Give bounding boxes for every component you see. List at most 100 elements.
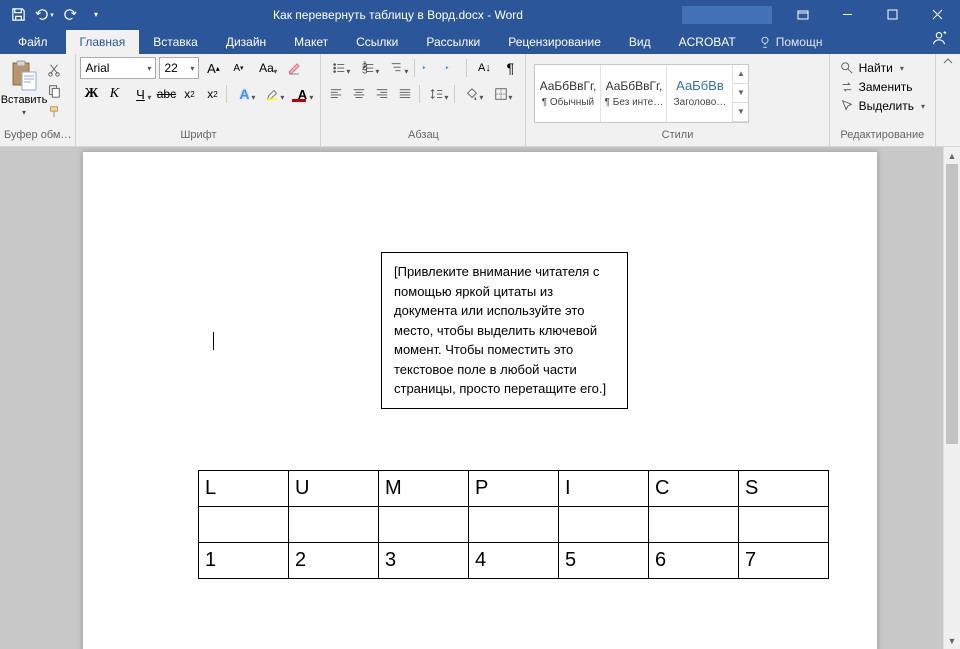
bullets-button[interactable]: ▾ bbox=[325, 57, 353, 79]
table-cell[interactable]: L bbox=[199, 471, 289, 507]
decrease-indent-button[interactable] bbox=[418, 57, 440, 79]
bold-button[interactable]: Ж bbox=[80, 83, 102, 105]
tab-references[interactable]: Ссылки bbox=[342, 30, 412, 54]
minimize-button[interactable] bbox=[825, 0, 870, 29]
table-cell[interactable]: 4 bbox=[469, 543, 559, 579]
table-cell[interactable] bbox=[649, 507, 739, 543]
gallery-down-button[interactable]: ▼ bbox=[733, 84, 748, 103]
page[interactable]: [Привлеките внимание читателя с помощью … bbox=[83, 152, 877, 649]
table-row[interactable]: L U M P I C S bbox=[199, 471, 829, 507]
table-row[interactable]: 1 2 3 4 5 6 7 bbox=[199, 543, 829, 579]
scroll-up-button[interactable]: ▲ bbox=[944, 147, 960, 164]
justify-button[interactable] bbox=[394, 83, 416, 105]
style-normal[interactable]: АаБбВвГг,¶ Обычный bbox=[535, 65, 601, 122]
multilevel-list-button[interactable]: ▾ bbox=[383, 57, 411, 79]
table-cell[interactable]: S bbox=[739, 471, 829, 507]
group-label-font: Шрифт bbox=[80, 129, 316, 146]
table-cell[interactable]: 6 bbox=[649, 543, 739, 579]
align-left-button[interactable] bbox=[325, 83, 347, 105]
account-area[interactable] bbox=[682, 6, 772, 24]
table-cell[interactable]: 2 bbox=[289, 543, 379, 579]
table-cell[interactable]: P bbox=[469, 471, 559, 507]
collapse-ribbon-button[interactable] bbox=[936, 54, 960, 146]
table-cell[interactable] bbox=[469, 507, 559, 543]
callout-textbox[interactable]: [Привлеките внимание читателя с помощью … bbox=[381, 252, 628, 409]
table-cell[interactable] bbox=[379, 507, 469, 543]
undo-button[interactable]: ▾ bbox=[32, 3, 56, 27]
table-cell[interactable] bbox=[289, 507, 379, 543]
group-paragraph: ▾ 123▾ ▾ А↓ ¶ ▾ ▾ ▾ Абза bbox=[321, 54, 526, 146]
highlight-button[interactable]: ▾ bbox=[259, 83, 287, 105]
tab-insert[interactable]: Вставка bbox=[139, 30, 212, 54]
gallery-more-button[interactable]: ▼ bbox=[733, 103, 748, 122]
table-cell[interactable] bbox=[739, 507, 829, 543]
table-cell[interactable]: I bbox=[559, 471, 649, 507]
increase-indent-button[interactable] bbox=[441, 57, 463, 79]
borders-button[interactable]: ▾ bbox=[487, 83, 515, 105]
superscript-button[interactable]: x2 bbox=[201, 83, 223, 105]
table-cell[interactable]: 5 bbox=[559, 543, 649, 579]
sort-button[interactable]: А↓ bbox=[470, 57, 498, 79]
text-effects-button[interactable]: A▾ bbox=[230, 83, 258, 105]
find-button[interactable]: Найти▾ bbox=[836, 59, 929, 77]
tab-design[interactable]: Дизайн bbox=[212, 30, 280, 54]
share-button[interactable] bbox=[918, 25, 960, 54]
qat-customize-button[interactable]: ▾ bbox=[84, 3, 108, 27]
subscript-button[interactable]: x2 bbox=[178, 83, 200, 105]
numbering-button[interactable]: 123▾ bbox=[354, 57, 382, 79]
ribbon-options-button[interactable] bbox=[780, 0, 825, 29]
scroll-thumb[interactable] bbox=[946, 164, 958, 444]
tell-me[interactable]: Помощн bbox=[750, 30, 831, 54]
tab-review[interactable]: Рецензирование bbox=[494, 30, 615, 54]
clear-formatting-button[interactable] bbox=[283, 57, 305, 79]
redo-button[interactable] bbox=[58, 3, 82, 27]
format-painter-button[interactable] bbox=[44, 102, 64, 122]
italic-button[interactable]: К bbox=[103, 83, 125, 105]
underline-button[interactable]: Ч▾ bbox=[126, 83, 154, 105]
gallery-nav: ▲ ▼ ▼ bbox=[733, 65, 748, 122]
vertical-scrollbar[interactable]: ▲ ▼ bbox=[943, 147, 960, 649]
title-bar: ▾ ▾ Как перевернуть таблицу в Ворд.docx … bbox=[0, 0, 960, 29]
font-size-combo[interactable]: 22▾ bbox=[159, 57, 199, 79]
maximize-button[interactable] bbox=[870, 0, 915, 29]
tab-acrobat[interactable]: ACROBAT bbox=[665, 30, 750, 54]
table-cell[interactable] bbox=[199, 507, 289, 543]
line-spacing-button[interactable]: ▾ bbox=[423, 83, 451, 105]
gallery-up-button[interactable]: ▲ bbox=[733, 65, 748, 84]
font-name-combo[interactable]: Arial▾ bbox=[80, 57, 156, 79]
table-cell[interactable]: 7 bbox=[739, 543, 829, 579]
strikethrough-button[interactable]: abc bbox=[155, 83, 177, 105]
grow-font-button[interactable]: A▴ bbox=[202, 57, 224, 79]
tab-home[interactable]: Главная bbox=[66, 30, 140, 54]
style-heading1[interactable]: АаБбВвЗаголово… bbox=[667, 65, 733, 122]
cut-button[interactable] bbox=[44, 60, 64, 80]
table-cell[interactable]: M bbox=[379, 471, 469, 507]
paste-button[interactable]: Вставить ▾ bbox=[4, 57, 44, 120]
tab-file[interactable]: Файл bbox=[0, 30, 66, 54]
replace-button[interactable]: Заменить bbox=[836, 78, 929, 96]
font-color-button[interactable]: A▾ bbox=[288, 83, 316, 105]
shading-button[interactable]: ▾ bbox=[458, 83, 486, 105]
shrink-font-button[interactable]: A▾ bbox=[227, 57, 249, 79]
tab-view[interactable]: Вид bbox=[615, 30, 665, 54]
table-cell[interactable]: 3 bbox=[379, 543, 469, 579]
save-button[interactable] bbox=[6, 3, 30, 27]
scroll-down-button[interactable]: ▼ bbox=[944, 632, 960, 649]
table-row[interactable] bbox=[199, 507, 829, 543]
align-center-button[interactable] bbox=[348, 83, 370, 105]
table-cell[interactable]: U bbox=[289, 471, 379, 507]
tab-mailings[interactable]: Рассылки bbox=[412, 30, 494, 54]
style-no-spacing[interactable]: АаБбВвГг,¶ Без инте… bbox=[601, 65, 667, 122]
table-cell[interactable] bbox=[559, 507, 649, 543]
table-cell[interactable]: C bbox=[649, 471, 739, 507]
table-cell[interactable]: 1 bbox=[199, 543, 289, 579]
group-clipboard: Вставить ▾ Буфер обм… bbox=[0, 54, 76, 146]
align-right-button[interactable] bbox=[371, 83, 393, 105]
group-font: Arial▾ 22▾ A▴ A▾ Aa▾ Ж К Ч▾ abc x2 x2 A▾… bbox=[76, 54, 321, 146]
change-case-button[interactable]: Aa▾ bbox=[252, 57, 280, 79]
copy-button[interactable] bbox=[44, 81, 64, 101]
document-table[interactable]: L U M P I C S 1 2 3 4 bbox=[198, 470, 829, 579]
select-button[interactable]: Выделить▾ bbox=[836, 97, 929, 115]
show-marks-button[interactable]: ¶ bbox=[499, 57, 521, 79]
tab-layout[interactable]: Макет bbox=[280, 30, 342, 54]
